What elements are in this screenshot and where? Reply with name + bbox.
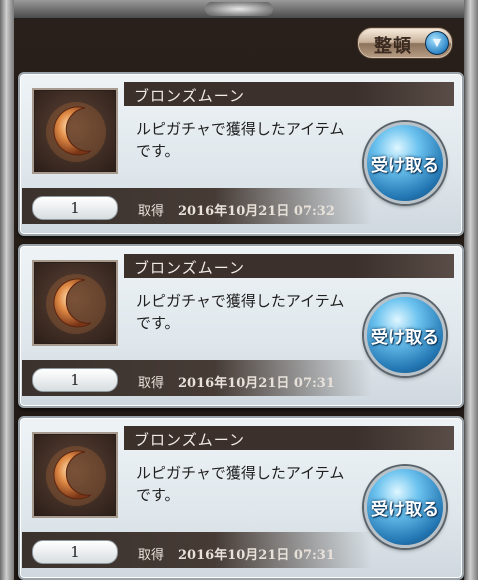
item-icon-frame	[32, 88, 118, 174]
acquired-info: 取得 2016年10月21日 07:32	[138, 200, 335, 219]
receive-button-label: 受け取る	[371, 500, 439, 520]
acquired-info: 取得 2016年10月21日 07:31	[138, 544, 335, 563]
quantity-badge: 1	[32, 196, 118, 220]
item-icon-frame	[32, 260, 118, 346]
acquired-date: 2016年10月21日 07:31	[178, 376, 335, 391]
quantity-value: 1	[70, 371, 80, 389]
item-info-bar: 1 取得 2016年10月21日 07:31	[22, 532, 372, 568]
receive-button[interactable]: 受け取る	[364, 466, 446, 548]
item-description: ルピガチャで獲得したアイテムです。	[136, 464, 345, 504]
receive-button[interactable]: 受け取る	[364, 294, 446, 376]
panel-right-border	[464, 0, 478, 580]
bronze-moon-crescent-icon	[46, 102, 106, 162]
item-title-bar: ブロンズムーン	[124, 82, 454, 106]
item-description: ルピガチャで獲得したアイテムです。	[136, 292, 345, 332]
item-title-bar: ブロンズムーン	[124, 426, 454, 450]
gift-box-panel: 整頓 ▼ ブロンズムーン ルピガチャで獲得したアイテムです。 受け取る 1 取得…	[0, 0, 478, 580]
item-info-bar: 1 取得 2016年10月21日 07:32	[22, 188, 372, 224]
bronze-moon-crescent-icon	[46, 446, 106, 506]
sort-button[interactable]: 整頓 ▼	[357, 27, 453, 59]
item-title: ブロンズムーン	[134, 87, 245, 105]
quantity-value: 1	[70, 543, 80, 561]
acquired-label: 取得	[138, 548, 165, 563]
receive-button-label: 受け取る	[371, 328, 439, 348]
acquired-info: 取得 2016年10月21日 07:31	[138, 372, 335, 391]
panel-top-border	[0, 0, 478, 19]
item-title-bar: ブロンズムーン	[124, 254, 454, 278]
chevron-double-down-icon: ▼	[425, 31, 449, 55]
item-card: ブロンズムーン ルピガチャで獲得したアイテムです。 受け取る 1 取得 2016年…	[18, 416, 464, 580]
quantity-badge: 1	[32, 368, 118, 392]
item-title: ブロンズムーン	[134, 259, 245, 277]
item-title: ブロンズムーン	[134, 431, 245, 449]
item-card: ブロンズムーン ルピガチャで獲得したアイテムです。 受け取る 1 取得 2016年…	[18, 72, 464, 236]
acquired-date: 2016年10月21日 07:32	[178, 204, 335, 219]
receive-button-label: 受け取る	[371, 156, 439, 176]
item-description: ルピガチャで獲得したアイテムです。	[136, 120, 345, 160]
acquired-date: 2016年10月21日 07:31	[178, 548, 335, 563]
quantity-badge: 1	[32, 540, 118, 564]
ornament-icon	[205, 2, 273, 16]
item-card: ブロンズムーン ルピガチャで獲得したアイテムです。 受け取る 1 取得 2016年…	[18, 244, 464, 408]
receive-button[interactable]: 受け取る	[364, 122, 446, 204]
item-info-bar: 1 取得 2016年10月21日 07:31	[22, 360, 372, 396]
acquired-label: 取得	[138, 376, 165, 391]
panel-left-border	[0, 0, 14, 580]
quantity-value: 1	[70, 199, 80, 217]
acquired-label: 取得	[138, 204, 165, 219]
bronze-moon-crescent-icon	[46, 274, 106, 334]
sort-button-label: 整頓	[374, 36, 412, 57]
item-icon-frame	[32, 432, 118, 518]
